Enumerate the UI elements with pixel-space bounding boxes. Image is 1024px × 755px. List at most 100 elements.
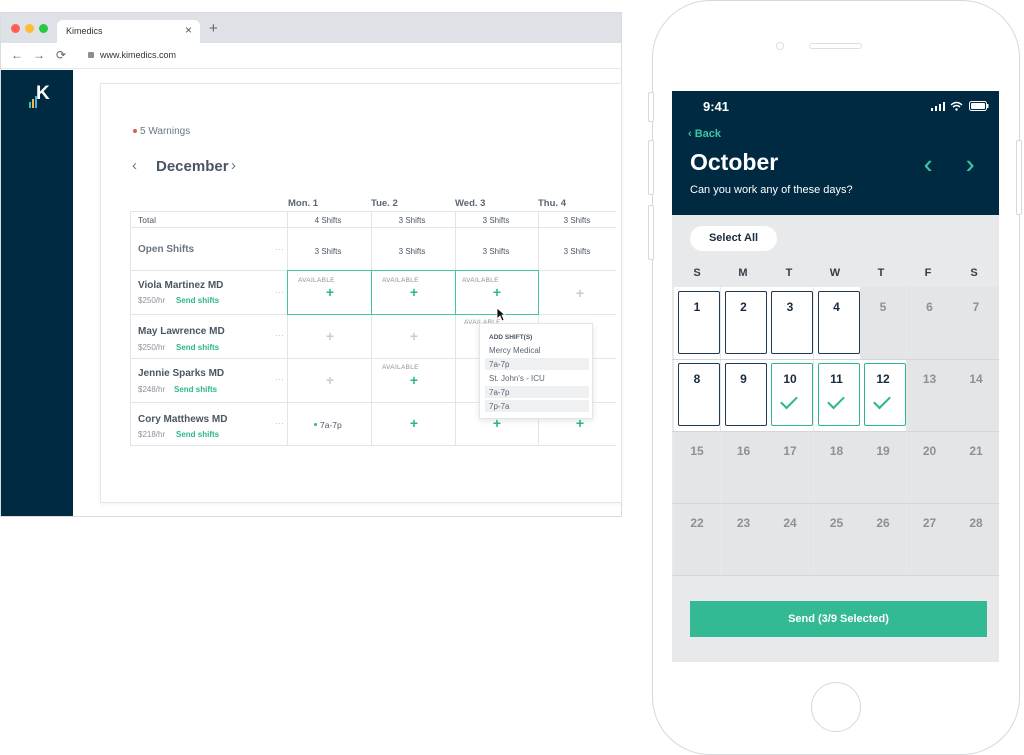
open-shift-count[interactable]: 3 Shifts: [455, 247, 537, 256]
next-month-chevron-icon[interactable]: ›: [231, 157, 236, 174]
add-shift-plus-icon[interactable]: +: [373, 415, 455, 431]
send-shifts-link[interactable]: Send shifts: [176, 430, 219, 439]
minimize-window-icon[interactable]: [25, 24, 34, 33]
add-shift-plus-icon[interactable]: +: [373, 372, 455, 388]
address-bar[interactable]: www.kimedics.com: [100, 50, 176, 60]
tab-title: Kimedics: [66, 26, 103, 36]
week-divider: [672, 431, 999, 432]
camera-icon: [776, 42, 784, 50]
calendar-day: 17: [767, 431, 813, 503]
open-shift-count[interactable]: 3 Shifts: [287, 247, 369, 256]
calendar-day[interactable]: 10: [767, 359, 813, 431]
calendar-day[interactable]: 11: [813, 359, 860, 431]
calendar-day: 5: [860, 287, 906, 359]
calendar-day: 24: [767, 503, 813, 575]
previous-month-chevron-icon[interactable]: ‹: [132, 157, 137, 174]
available-label: AVAILABLE: [298, 277, 335, 284]
calendar-day[interactable]: 8: [674, 359, 720, 431]
send-shifts-link[interactable]: Send shifts: [176, 296, 219, 305]
provider-name[interactable]: Cory Matthews MD: [138, 414, 227, 425]
add-shift-plus-icon[interactable]: +: [373, 284, 455, 300]
calendar-day[interactable]: 1: [674, 287, 720, 359]
more-icon[interactable]: ···: [275, 330, 284, 340]
day-number: 13: [922, 372, 937, 386]
day-number: 24: [783, 516, 797, 530]
home-button[interactable]: [811, 682, 861, 732]
add-shift-plus-icon[interactable]: +: [289, 372, 371, 388]
add-shift-plus-icon[interactable]: +: [456, 284, 538, 300]
close-tab-icon[interactable]: ×: [185, 23, 192, 37]
total-count: 3 Shifts: [398, 216, 426, 225]
more-icon[interactable]: ···: [275, 287, 284, 297]
back-label: Back: [694, 128, 722, 140]
day-number: 2: [740, 300, 747, 314]
browser-tab-bar: Kimedics × +: [1, 13, 621, 43]
battery-icon: [969, 101, 989, 111]
browser-toolbar: ← → ⟳ www.kimedics.com: [1, 43, 621, 69]
shift-option-label: 7a-7p: [489, 360, 510, 369]
close-window-icon[interactable]: [11, 24, 20, 33]
add-shift-plus-icon[interactable]: +: [289, 284, 371, 300]
calendar-day[interactable]: 9: [720, 359, 767, 431]
weekday-label: W: [829, 267, 841, 279]
day-number: 7: [972, 300, 980, 314]
reload-icon[interactable]: ⟳: [56, 48, 66, 62]
calendar-day: 26: [860, 503, 906, 575]
browser-tab[interactable]: Kimedics ×: [57, 20, 200, 43]
calendar-day[interactable]: 4: [813, 287, 860, 359]
day-number: 15: [690, 444, 704, 458]
assigned-shift[interactable]: 7a-7p: [320, 420, 342, 430]
add-shift-plus-icon[interactable]: +: [539, 285, 621, 301]
total-count: 4 Shifts: [314, 216, 342, 225]
forward-arrow-icon[interactable]: →: [33, 48, 45, 62]
send-selected-button[interactable]: Send (3/9 Selected): [690, 601, 987, 637]
day-number: 19: [876, 444, 890, 458]
open-shift-count[interactable]: 3 Shifts: [538, 247, 616, 256]
calendar-day[interactable]: 12: [860, 359, 906, 431]
send-shifts-link[interactable]: Send shifts: [176, 343, 219, 352]
day-number: 26: [876, 516, 890, 530]
new-tab-icon[interactable]: +: [209, 20, 218, 37]
calendar-day: 13: [906, 359, 953, 431]
calendar-day[interactable]: 3: [767, 287, 813, 359]
speaker-icon: [809, 43, 862, 49]
day-number: 10: [783, 372, 797, 386]
day-number: 20: [922, 444, 937, 458]
more-icon[interactable]: ···: [275, 374, 284, 384]
grid-divider: [130, 227, 616, 228]
weekday-label: F: [924, 267, 932, 279]
add-shift-plus-icon[interactable]: +: [289, 328, 371, 344]
more-icon[interactable]: ···: [275, 418, 284, 428]
day-number: 16: [736, 444, 751, 458]
popup-title: ADD SHIFT(S): [489, 334, 533, 341]
week-divider: [672, 359, 999, 360]
lock-icon: [88, 52, 94, 58]
calendar-day: 16: [720, 431, 767, 503]
back-arrow-icon[interactable]: ←: [11, 48, 23, 62]
back-link[interactable]: ‹ Back: [688, 128, 721, 140]
calendar-day[interactable]: 2: [720, 287, 767, 359]
calendar-day: 21: [953, 431, 999, 503]
maximize-window-icon[interactable]: [39, 24, 48, 33]
more-icon[interactable]: ···: [275, 244, 284, 254]
total-count: 3 Shifts: [563, 216, 591, 225]
calendar-day: 28: [953, 503, 999, 575]
provider-name[interactable]: May Lawrence MD: [138, 326, 225, 337]
warnings-link[interactable]: 5 Warnings: [140, 126, 190, 137]
send-shifts-link[interactable]: Send shifts: [174, 385, 217, 394]
select-all-button[interactable]: Select All: [690, 226, 777, 251]
month-title: October: [690, 149, 779, 175]
weekday-label: S: [693, 267, 701, 279]
day-number: 12: [876, 372, 890, 386]
day-number: 25: [829, 516, 844, 530]
add-shift-plus-icon[interactable]: +: [373, 328, 455, 344]
wifi-icon: [950, 101, 963, 111]
phone-side-button: [648, 205, 654, 260]
provider-name[interactable]: Viola Martinez MD: [138, 280, 223, 291]
calendar-day: 15: [674, 431, 720, 503]
app-logo[interactable]: K: [36, 83, 50, 105]
day-number: 28: [969, 516, 983, 530]
phone-side-button: [648, 140, 654, 195]
provider-name[interactable]: Jennie Sparks MD: [138, 368, 224, 379]
open-shift-count[interactable]: 3 Shifts: [371, 247, 453, 256]
